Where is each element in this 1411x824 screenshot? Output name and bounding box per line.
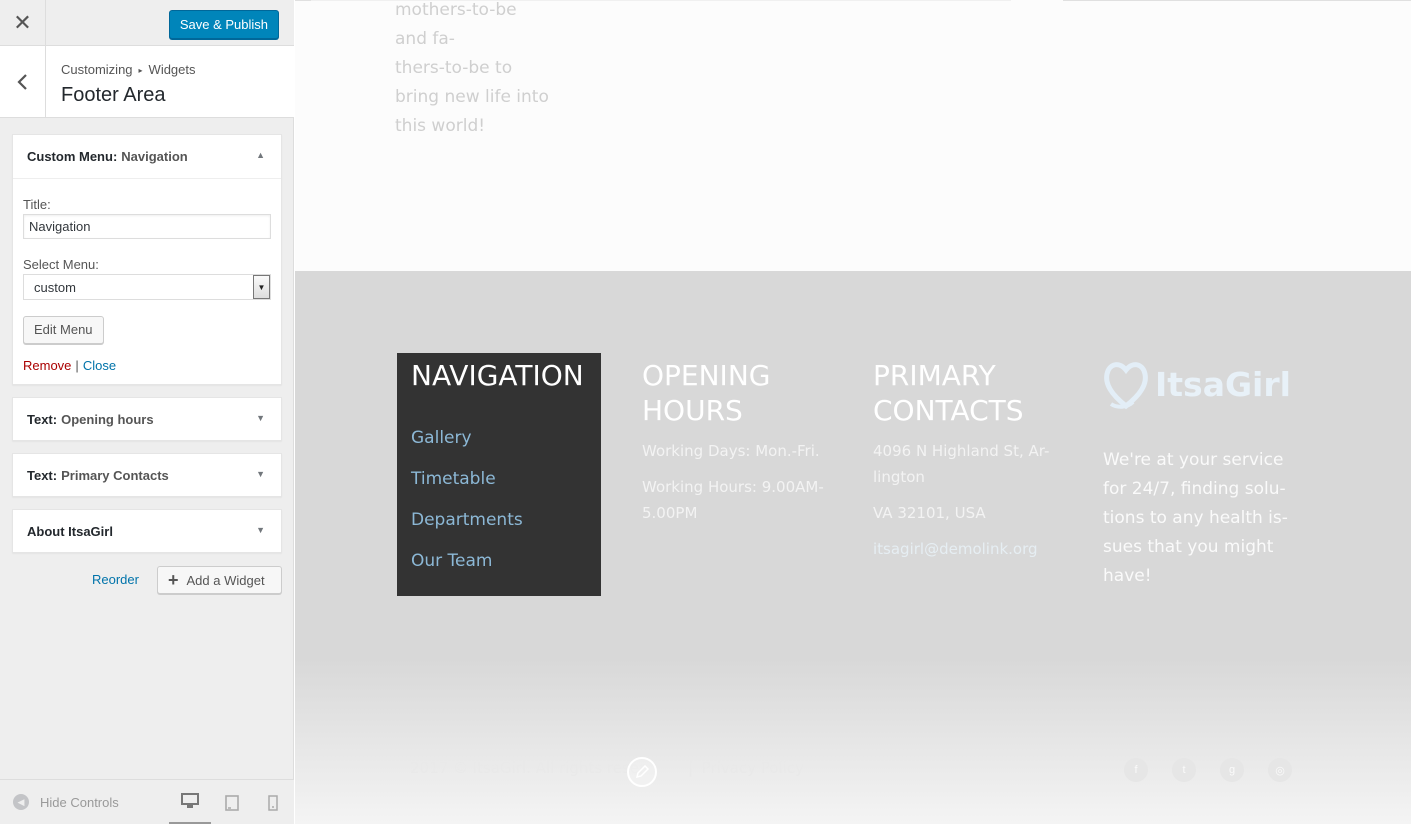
breadcrumb: Customizing ▸ Widgets [61,62,196,77]
title-input[interactable] [23,214,271,239]
privacy-separator: | [687,759,693,777]
about-text: We're at your service for 24/7, finding … [1103,450,1288,586]
copyright-text: 2017 © ItsaGirl. All rights reser [410,759,646,777]
address-line-2: VA 32101, USA [873,504,986,522]
customizer-header: ✕ Save & Publish [0,0,294,46]
copyright-bar: 2017 © ItsaGirl. All rights reser | Priv… [410,759,804,777]
tablet-preview-button[interactable] [211,780,253,824]
widget-custom-menu-header[interactable]: Custom Menu: Navigation ▲ [13,135,281,179]
expand-arrow-icon[interactable]: ▼ [256,525,265,535]
customizer-sidebar: ✕ Save & Publish Customizing ▸ Widgets Foo… [0,0,294,824]
widget-primary-contacts-header[interactable]: Text: Primary Contacts ▼ [13,454,281,496]
expand-arrow-icon[interactable]: ▼ [256,469,265,479]
collapse-icon: ◀ [13,794,29,810]
pencil-icon [635,765,649,779]
widget-actions: Remove | Close [23,358,271,373]
reorder-link[interactable]: Reorder [92,572,139,587]
hide-controls-label: Hide Controls [40,794,119,810]
section-header: Customizing ▸ Widgets Footer Area [0,46,294,118]
email-link[interactable]: itsagirl@demolink.org [873,536,1073,562]
itsagirl-logo[interactable]: ItsaGirl [1103,358,1303,410]
expand-arrow-icon[interactable]: ▼ [256,413,265,423]
customizer-footer: ◀ Hide Controls [0,779,294,824]
edit-menu-button[interactable]: Edit Menu [23,316,104,344]
plus-icon: + [168,570,179,590]
widget-type-label: Custom Menu: [27,149,118,164]
privacy-policy-link[interactable]: Privacy Policy [702,759,804,777]
section-title: Footer Area [61,84,166,106]
nav-link-timetable[interactable]: Timetable [411,468,587,491]
select-menu-value: custom [34,280,76,295]
collapse-arrow-icon[interactable]: ▲ [256,150,265,160]
back-button[interactable] [0,46,46,118]
footer-about-widget: ItsaGirl We're at your service for 24/7,… [1103,358,1303,591]
widget-type-label: About ItsaGirl [27,523,113,539]
edit-shortcut-button[interactable] [627,757,657,787]
widget-opening-hours[interactable]: Text: Opening hours ▼ [12,397,282,441]
action-separator: | [75,358,79,373]
desktop-preview-button[interactable] [169,780,211,824]
site-footer: NAVIGATION Gallery Timetable Departments… [295,271,1411,824]
footer-opening-hours-widget: OPENING HOURS Working Days: Mon.-Fri. Wo… [642,358,852,526]
primary-contacts-title: PRIMARY CONTACTS [873,359,1024,427]
hide-controls-button[interactable]: ◀ Hide Controls [13,794,119,810]
instagram-icon[interactable]: ◎ [1268,758,1292,782]
widget-name-label: Opening hours [61,411,154,427]
opening-hours-title: OPENING HOURS [642,359,771,427]
widget-name-label: Navigation [121,149,188,164]
widget-custom-menu: Custom Menu: Navigation ▲ Title: Select … [12,134,282,385]
breadcrumb-separator: ▸ [138,66,143,75]
close-customizer-button[interactable]: ✕ [0,0,46,46]
nav-link-gallery[interactable]: Gallery [411,427,587,450]
facebook-icon[interactable]: f [1124,758,1148,782]
select-menu-label: Select Menu: [23,257,99,272]
working-days-text: Working Days: Mon.-Fri. [642,442,820,460]
mobile-preview-button[interactable] [252,780,294,824]
nav-link-departments[interactable]: Departments [411,509,587,532]
navigation-title: NAVIGATION [411,359,584,392]
widget-about-header[interactable]: About ItsaGirl ▼ [13,510,281,552]
heart-logo-icon [1104,362,1148,410]
site-preview: mothers-to-be and fa- thers-to-be to bri… [295,0,1411,824]
select-menu-dropdown[interactable]: custom ▼ [23,274,271,300]
google-plus-icon[interactable]: g [1220,758,1244,782]
navigation-menu: Gallery Timetable Departments Our Team [411,427,587,573]
widget-name-label: Primary Contacts [61,467,169,483]
close-link[interactable]: Close [83,358,116,373]
breadcrumb-root: Customizing [61,62,133,77]
add-widget-label: Add a Widget [186,572,265,588]
intro-text: mothers-to-be and fa- thers-to-be to bri… [395,0,549,136]
dropdown-arrow-icon[interactable]: ▼ [253,275,270,299]
breadcrumb-parent: Widgets [148,62,196,77]
save-publish-button[interactable]: Save & Publish [168,10,279,39]
address-line-1: 4096 N Highland St, Ar-lington [873,442,1050,486]
remove-link[interactable]: Remove [23,358,71,373]
mobile-icon [268,794,278,811]
widget-primary-contacts[interactable]: Text: Primary Contacts ▼ [12,453,282,497]
footer-navigation-widget: NAVIGATION Gallery Timetable Departments… [397,353,601,596]
tablet-icon [225,794,239,811]
widget-type-label: Text: [27,467,58,483]
title-label: Title: [23,197,51,212]
widget-about-itsagirl[interactable]: About ItsaGirl ▼ [12,509,282,553]
chevron-left-icon [16,74,27,90]
working-hours-text: Working Hours: 9.00AM-5.00PM [642,478,824,522]
add-widget-button[interactable]: + Add a Widget [157,566,282,594]
nav-link-our-team[interactable]: Our Team [411,550,587,573]
widget-type-label: Text: [27,411,58,427]
desktop-icon [181,793,199,808]
footer-primary-contacts-widget: PRIMARY CONTACTS 4096 N Highland St, Ar-… [873,358,1073,562]
close-icon: ✕ [13,10,32,35]
widget-opening-hours-header[interactable]: Text: Opening hours ▼ [13,398,281,440]
twitter-icon[interactable]: t [1172,758,1196,782]
widget-form: Title: Select Menu: custom ▼ Edit Menu R… [13,197,281,373]
logo-text: ItsaGirl [1155,364,1291,404]
